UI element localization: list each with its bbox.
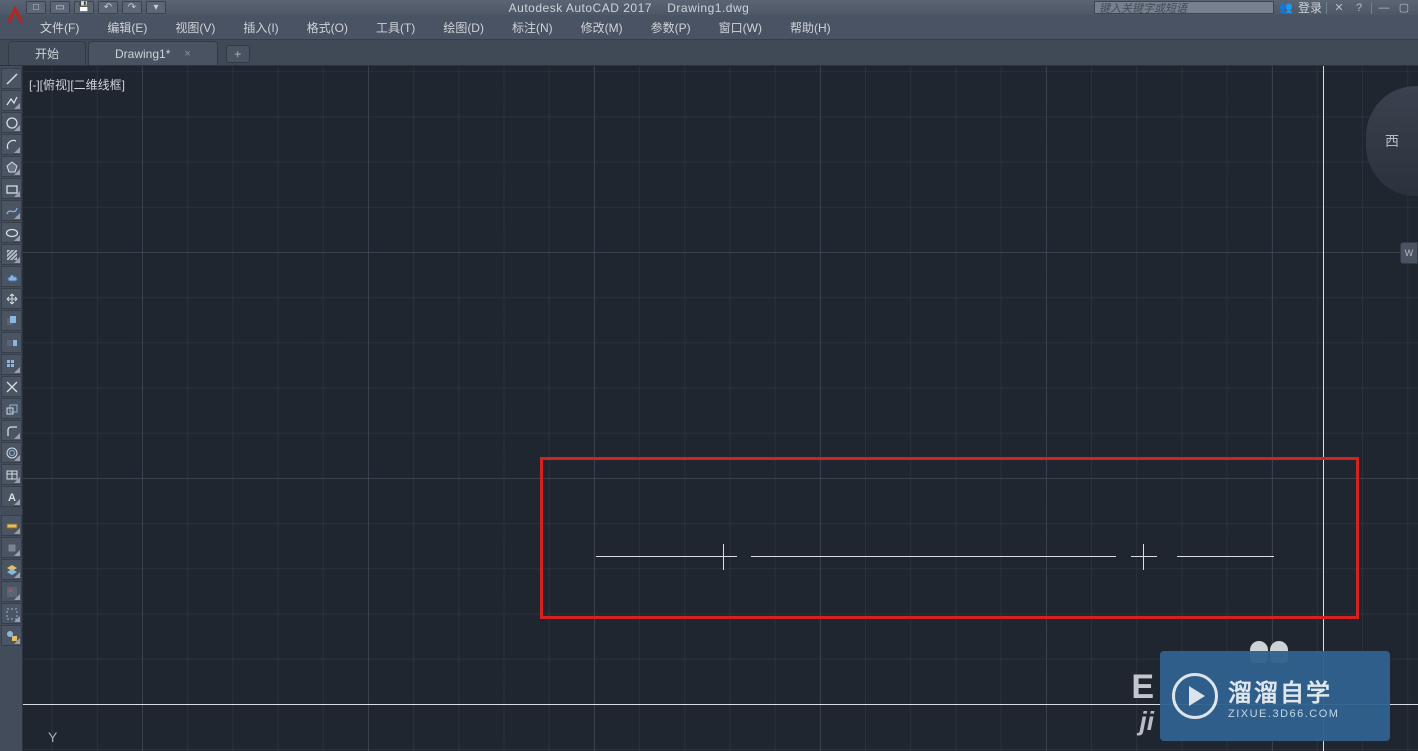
ucs-y-axis-label: Y bbox=[48, 729, 57, 745]
tool-text[interactable]: A bbox=[1, 486, 22, 507]
menu-draw[interactable]: 绘图(D) bbox=[433, 15, 494, 40]
qat-undo-button[interactable]: ↶ bbox=[98, 1, 118, 14]
tool-copy[interactable] bbox=[1, 310, 22, 331]
drawn-segment bbox=[1177, 556, 1274, 557]
account-icon[interactable]: 👥 bbox=[1278, 1, 1294, 14]
login-label[interactable]: 登录 bbox=[1298, 0, 1322, 16]
menu-edit[interactable]: 编辑(E) bbox=[97, 15, 157, 40]
tool-table[interactable] bbox=[1, 464, 22, 485]
tool-rectangle[interactable] bbox=[1, 178, 22, 199]
draw-toolbar: A bbox=[0, 66, 23, 751]
center-mark bbox=[1143, 544, 1144, 570]
tab-label: 开始 bbox=[35, 45, 59, 62]
qat-more-button[interactable]: ▾ bbox=[146, 1, 166, 14]
tool-measure[interactable] bbox=[1, 515, 22, 536]
divider bbox=[1326, 2, 1327, 14]
menu-window[interactable]: 窗口(W) bbox=[709, 15, 772, 40]
tab-label: Drawing1* bbox=[115, 47, 170, 61]
maximize-icon[interactable]: ▢ bbox=[1396, 1, 1412, 14]
menu-view[interactable]: 视图(V) bbox=[165, 15, 225, 40]
app-logo[interactable] bbox=[3, 2, 27, 26]
tool-circle[interactable] bbox=[1, 112, 22, 133]
tool-arc[interactable] bbox=[1, 134, 22, 155]
tool-hatch[interactable] bbox=[1, 244, 22, 265]
menu-bar: 文件(F) 编辑(E) 视图(V) 插入(I) 格式(O) 工具(T) 绘图(D… bbox=[0, 15, 1418, 40]
plus-icon: + bbox=[234, 47, 241, 61]
menu-tools[interactable]: 工具(T) bbox=[366, 15, 425, 40]
qat-redo-button[interactable]: ↷ bbox=[122, 1, 142, 14]
minimize-icon[interactable]: — bbox=[1376, 1, 1392, 14]
annotation-rectangle bbox=[540, 457, 1359, 619]
tool-spline[interactable] bbox=[1, 200, 22, 221]
menu-file[interactable]: 文件(F) bbox=[30, 15, 89, 40]
drawing-canvas[interactable]: [-][俯视][二维线框] 西 W Y E ji 溜溜自学 bbox=[23, 66, 1418, 751]
svg-text:A: A bbox=[8, 492, 16, 504]
cursor-crosshair-vertical bbox=[1323, 66, 1324, 751]
new-icon: □ bbox=[33, 2, 39, 13]
help-icon[interactable]: ? bbox=[1351, 1, 1367, 14]
title-bar: □ ▭ 💾 ↶ ↷ ▾ Autodesk AutoCAD 2017 Drawin… bbox=[0, 0, 1418, 15]
play-icon bbox=[1172, 673, 1218, 719]
viewport-controls[interactable]: [-][俯视][二维线框] bbox=[29, 76, 125, 93]
search-placeholder: 键入关键字或短语 bbox=[1099, 0, 1187, 16]
close-icon[interactable]: × bbox=[184, 48, 190, 60]
tool-revcloud[interactable] bbox=[1, 266, 22, 287]
drawn-segment bbox=[596, 556, 716, 557]
tool-fillet[interactable] bbox=[1, 420, 22, 441]
menu-dimension[interactable]: 标注(N) bbox=[502, 15, 563, 40]
tool-line[interactable] bbox=[1, 68, 22, 89]
open-icon: ▭ bbox=[55, 2, 64, 13]
tool-scale[interactable] bbox=[1, 398, 22, 419]
watermark-letter: E bbox=[1131, 668, 1154, 707]
menu-param[interactable]: 参数(P) bbox=[641, 15, 701, 40]
redo-icon: ↷ bbox=[128, 2, 136, 13]
work-area: A [-][俯视][二维线框] 西 W Y bbox=[0, 66, 1418, 751]
tool-block[interactable] bbox=[1, 537, 22, 558]
search-input[interactable]: 键入关键字或短语 bbox=[1094, 1, 1274, 14]
app-name: Autodesk AutoCAD 2017 bbox=[509, 1, 652, 15]
menu-format[interactable]: 格式(O) bbox=[297, 15, 358, 40]
tab-start[interactable]: 开始 bbox=[8, 41, 86, 65]
window-title: Autodesk AutoCAD 2017 Drawing1.dwg bbox=[170, 1, 1088, 15]
watermark-url: ZIXUE.3D66.COM bbox=[1228, 708, 1339, 720]
viewcube-face-label: 西 bbox=[1385, 131, 1399, 151]
divider bbox=[1371, 2, 1372, 14]
tool-stretch[interactable] bbox=[1, 332, 22, 353]
tool-layer[interactable] bbox=[1, 559, 22, 580]
qat-new-button[interactable]: □ bbox=[26, 1, 46, 14]
watermark-title: 溜溜自学 bbox=[1228, 673, 1339, 708]
qat-save-button[interactable]: 💾 bbox=[74, 1, 94, 14]
file-tab-bar: 开始 Drawing1* × + bbox=[0, 40, 1418, 66]
document-name: Drawing1.dwg bbox=[667, 1, 749, 15]
center-mark bbox=[1131, 556, 1157, 557]
menu-modify[interactable]: 修改(M) bbox=[571, 15, 633, 40]
tool-group[interactable] bbox=[1, 603, 22, 624]
tool-polyline[interactable] bbox=[1, 90, 22, 111]
qat-open-button[interactable]: ▭ bbox=[50, 1, 70, 14]
exchange-icon[interactable]: ✕ bbox=[1331, 1, 1347, 14]
tool-offset[interactable] bbox=[1, 442, 22, 463]
drawn-segment bbox=[751, 556, 1116, 557]
tool-move[interactable] bbox=[1, 288, 22, 309]
center-mark bbox=[711, 556, 737, 557]
tab-drawing1[interactable]: Drawing1* × bbox=[88, 41, 218, 65]
tool-utilities[interactable] bbox=[1, 625, 22, 646]
tool-array[interactable] bbox=[1, 354, 22, 375]
watermark-badge: 溜溜自学 ZIXUE.3D66.COM bbox=[1160, 651, 1390, 741]
undo-icon: ↶ bbox=[104, 2, 112, 13]
tool-trim[interactable] bbox=[1, 376, 22, 397]
tab-add-button[interactable]: + bbox=[226, 45, 250, 63]
menu-help[interactable]: 帮助(H) bbox=[780, 15, 841, 40]
save-icon: 💾 bbox=[78, 2, 90, 13]
tool-ellipse[interactable] bbox=[1, 222, 22, 243]
menu-insert[interactable]: 插入(I) bbox=[233, 15, 288, 40]
tool-polygon[interactable] bbox=[1, 156, 22, 177]
watermark-letter: ji bbox=[1140, 706, 1154, 737]
dropdown-icon: ▾ bbox=[153, 2, 158, 13]
wcs-badge[interactable]: W bbox=[1400, 242, 1418, 264]
center-mark bbox=[723, 544, 724, 570]
grid bbox=[23, 66, 1418, 751]
tool-properties[interactable] bbox=[1, 581, 22, 602]
